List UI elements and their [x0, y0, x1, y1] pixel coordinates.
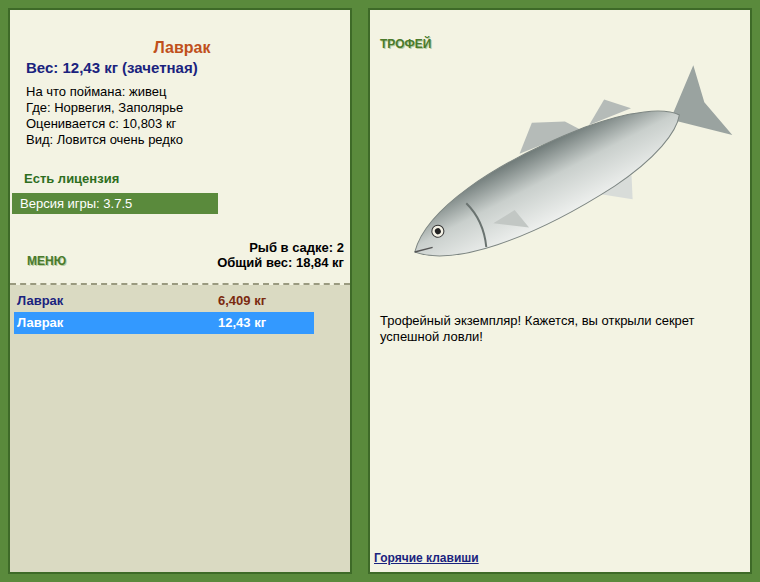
- info-panel: ЛавракВес: 12,43 кг (зачетная) На что пой…: [8, 8, 352, 574]
- fish-image: [385, 58, 735, 293]
- info-line: Вид: Ловится очень редко: [26, 132, 350, 148]
- fish-weight: Вес: 12,43 кг (зачетная): [10, 59, 350, 77]
- catch-list: Лаврак6,409 кгЛаврак12,43 кг: [10, 285, 350, 572]
- catch-row[interactable]: Лаврак12,43 кг: [14, 312, 314, 334]
- menu-button[interactable]: МЕНЮ: [27, 253, 66, 269]
- hotkeys-link[interactable]: Горячие клавиши: [374, 550, 740, 566]
- trophy-panel: ТРОФЕЙ Трофейный экземпляр! Кажется, вы о…: [368, 8, 752, 574]
- cage-summary: Рыб в садке: 2Общий вес: 18,84 кг: [217, 240, 344, 270]
- fish-card: ЛавракВес: 12,43 кг (зачетная) На что пой…: [10, 10, 350, 285]
- fish-name: Лаврак: [10, 38, 350, 58]
- version-bar: Версия игры: 3.7.5: [12, 193, 218, 214]
- trophy-description: Трофейный экземпляр! Кажется, вы открыли…: [380, 313, 740, 345]
- cage-total: Общий вес: 18,84 кг: [217, 255, 344, 270]
- trophy-label: ТРОФЕЙ: [380, 36, 740, 52]
- info-line: Оценивается с: 10,803 кг: [26, 116, 350, 132]
- cage-count: Рыб в садке: 2: [249, 240, 344, 255]
- license-label: Есть лицензия: [10, 171, 350, 187]
- fish-info: На что поймана: живецГде: Норвегия, Запо…: [10, 84, 350, 148]
- catch-row[interactable]: Лаврак6,409 кг: [14, 290, 314, 312]
- info-line: На что поймана: живец: [26, 84, 350, 100]
- info-line: Где: Норвегия, Заполярье: [26, 100, 350, 116]
- game-window: ЛавракВес: 12,43 кг (зачетная) На что пой…: [0, 0, 760, 582]
